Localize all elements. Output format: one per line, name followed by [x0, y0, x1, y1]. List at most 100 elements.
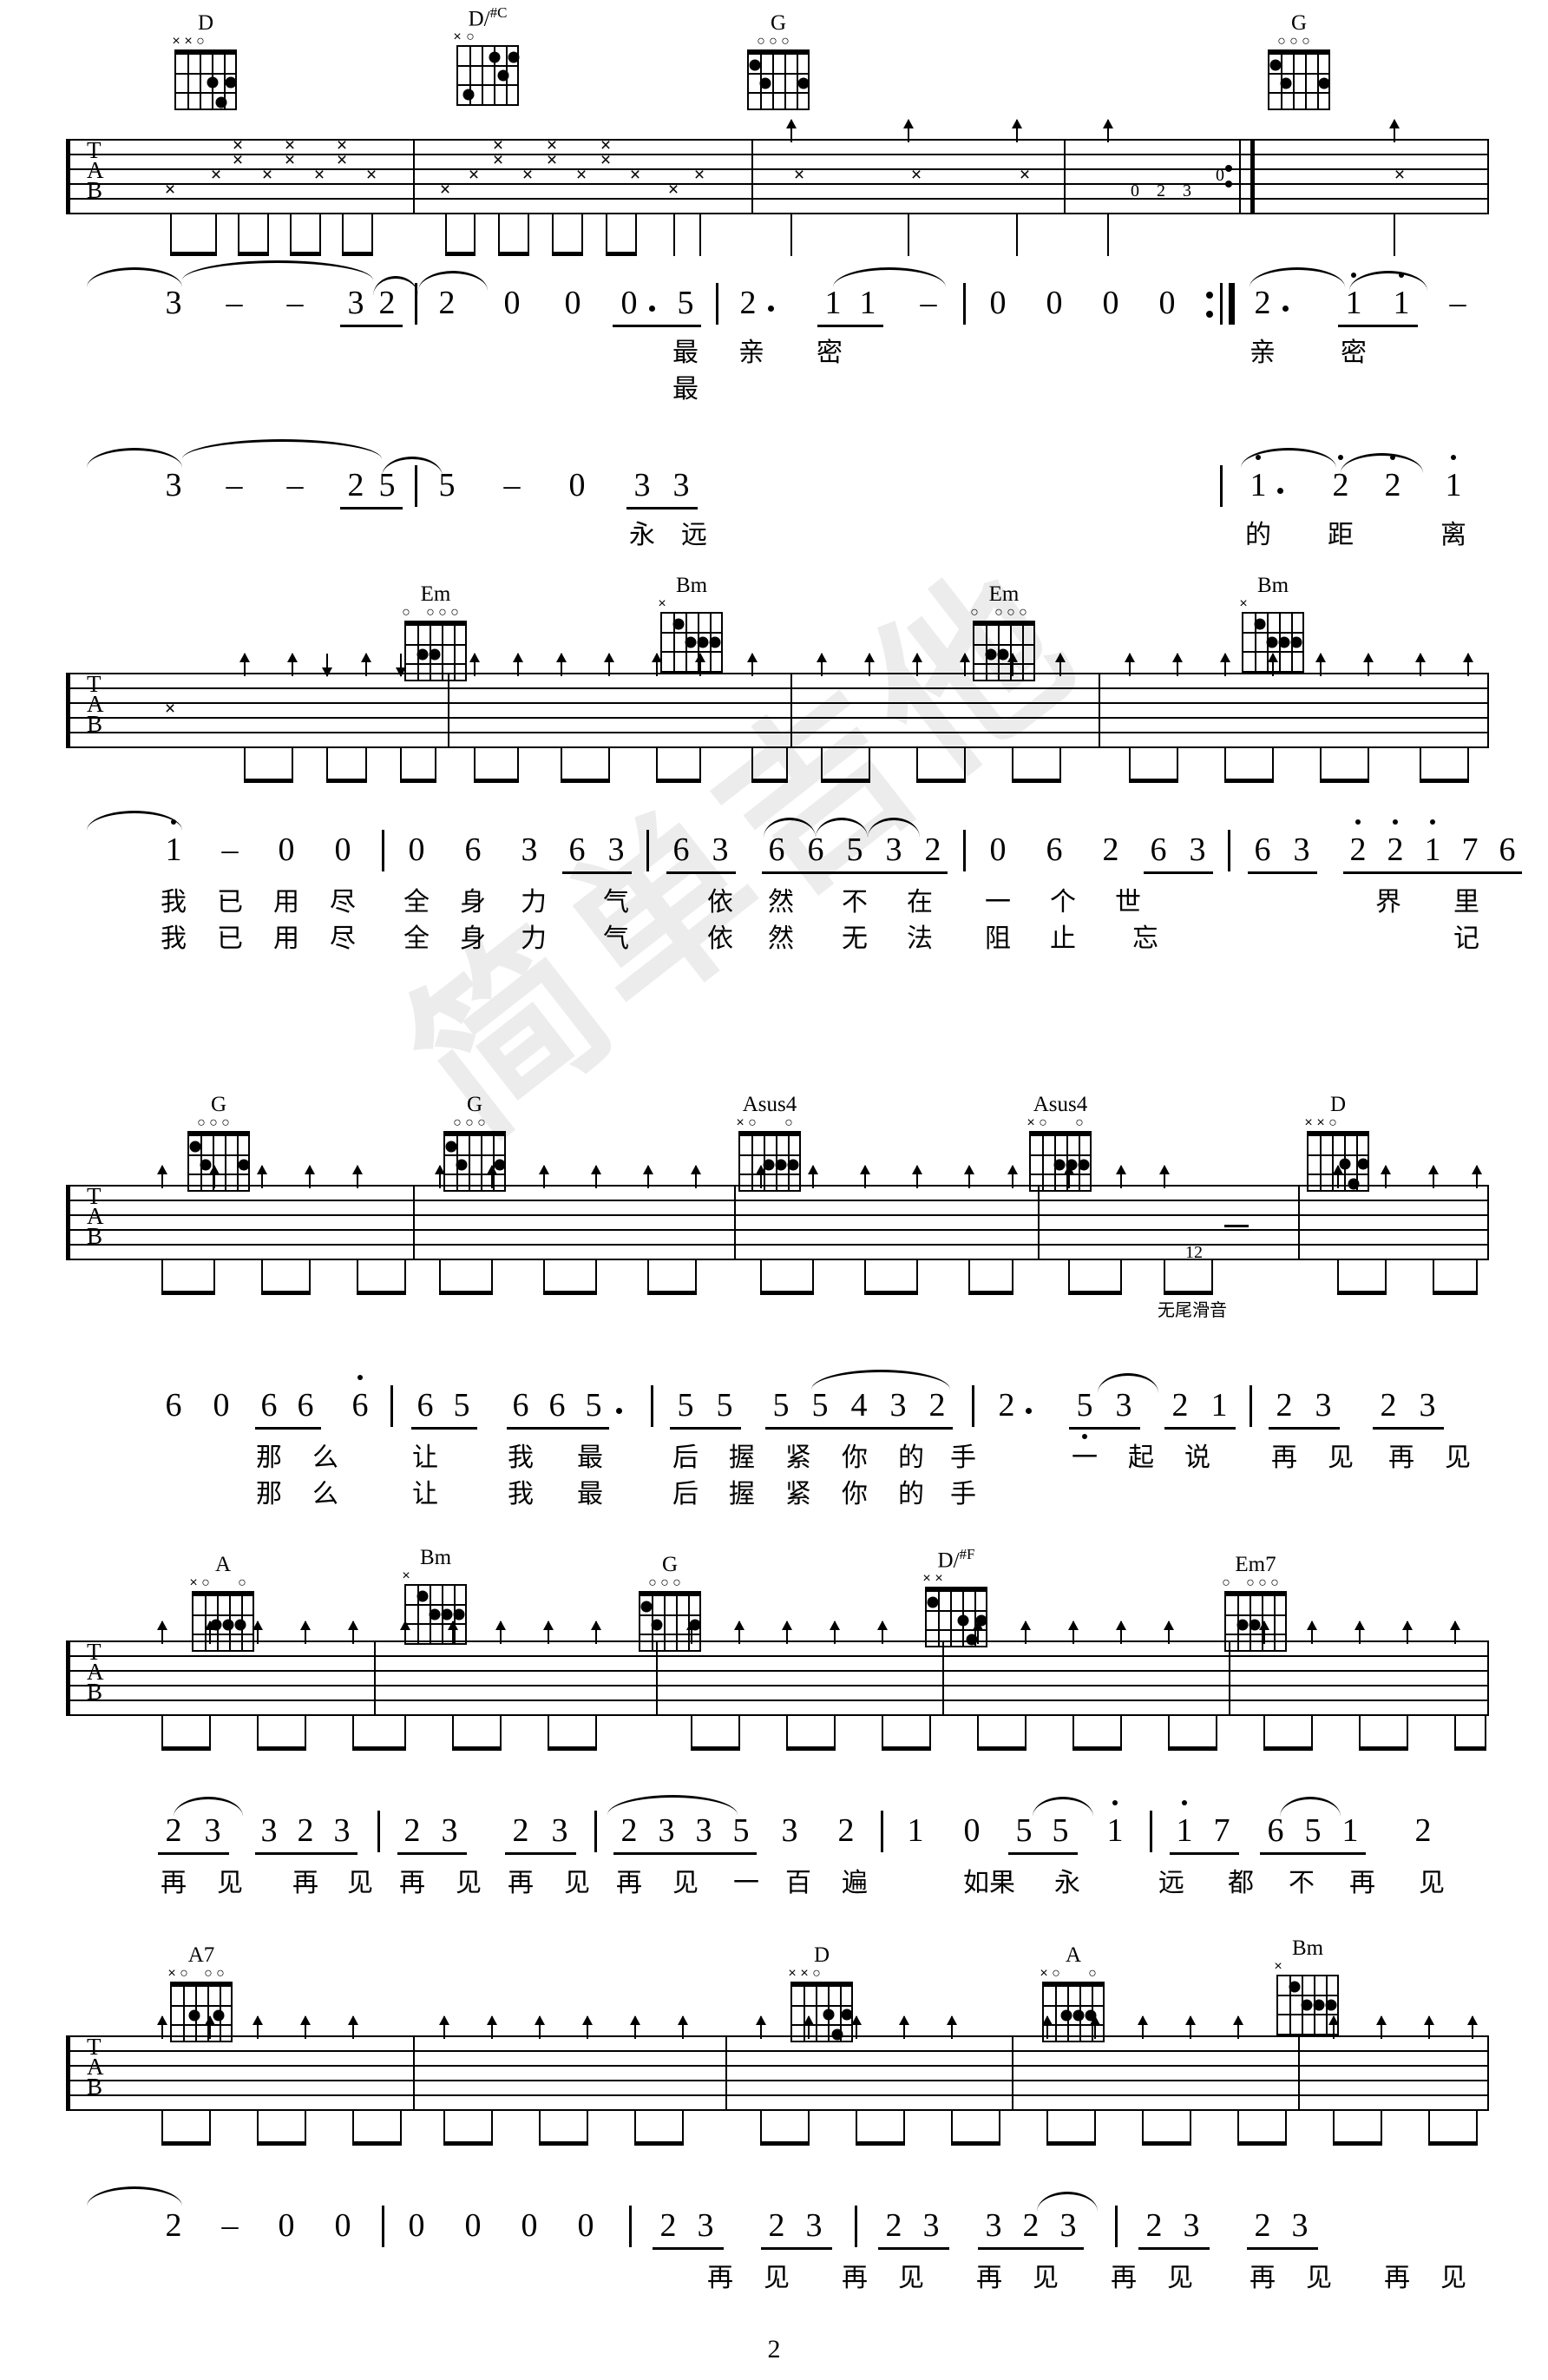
note: –	[920, 285, 937, 321]
chord-open-mute-marks: ×	[1274, 1959, 1282, 1974]
note: 6	[351, 1387, 369, 1423]
chord-open-mute-marks: × ○ ○	[1040, 1966, 1097, 1981]
note: 5	[716, 1387, 733, 1423]
chord-diagram-a-1: A × ○ ○	[187, 1554, 259, 1652]
note: –	[221, 2207, 239, 2244]
chord-open-mute-marks: ○ ○ ○ ○	[1222, 1575, 1279, 1590]
note: 2	[1387, 832, 1404, 868]
note: 1	[1345, 285, 1362, 321]
note: 0	[564, 285, 581, 321]
note: –	[503, 467, 521, 503]
note: 1	[1393, 285, 1410, 321]
chord-diagram-g-4: G ○ ○ ○	[438, 1094, 511, 1192]
chord-open-mute-marks: × ×	[922, 1571, 943, 1587]
note: 6	[807, 832, 824, 868]
chord-open-mute-marks: ○ ○ ○ ○	[402, 605, 459, 620]
note: 6	[165, 1387, 182, 1423]
tab-staff-2: TAB ×	[66, 653, 1489, 783]
note: 6	[1254, 832, 1271, 868]
chord-name: Bm	[675, 574, 708, 597]
fret-number-12: 12	[1185, 1243, 1203, 1262]
note: 3	[1293, 832, 1310, 868]
note: 2	[1380, 1387, 1397, 1423]
chord-grid	[192, 1591, 254, 1652]
note: 3	[658, 1812, 675, 1849]
note: 2	[297, 1812, 314, 1849]
tab-staff-5: TAB	[66, 2015, 1489, 2146]
chord-grid	[1029, 1131, 1092, 1192]
note: 3	[165, 467, 182, 503]
chord-open-mute-marks: ○ ○ ○ ○	[970, 605, 1027, 620]
note: –	[226, 285, 243, 321]
chord-diagram-a-2: A × ○ ○	[1037, 1944, 1110, 2042]
chord-open-mute-marks: ×	[402, 1568, 410, 1583]
chord-root: D/	[937, 1548, 960, 1573]
note: 2	[924, 832, 941, 868]
chord-open-mute-marks: × × ○	[1304, 1115, 1337, 1130]
note: 1	[1210, 1387, 1228, 1423]
chord-grid	[925, 1587, 987, 1648]
note: 2	[1145, 2207, 1163, 2244]
tab-staff-3: TAB 12 无尾滑音	[66, 1165, 1489, 1320]
note: 6	[417, 1387, 434, 1423]
note: 3	[1419, 1387, 1436, 1423]
chord-grid	[973, 621, 1035, 681]
chord-diagram-bm-3: Bm ×	[399, 1547, 472, 1645]
note: 2	[1102, 832, 1119, 868]
chord-grid	[1268, 49, 1330, 110]
note: 0	[620, 285, 638, 321]
note: 3	[889, 1387, 907, 1423]
chord-open-mute-marks: ○ ○ ○	[648, 1575, 681, 1590]
note: 0	[278, 2207, 295, 2244]
chord-open-mute-marks: × × ○	[172, 34, 205, 49]
note: 0	[1046, 285, 1063, 321]
note: 3	[633, 467, 651, 503]
numeric-notation-5: 2 – 0 0 0 0 0 0 2 3 2 3 2 3 3 2 3 2 3 2 …	[0, 2186, 1548, 2313]
chord-diagram-bm-2: Bm ×	[1236, 575, 1309, 673]
chord-grid	[187, 1131, 250, 1192]
chord-name: Bm	[1256, 574, 1289, 597]
note: 0	[408, 2207, 425, 2244]
tab-clef-letters: TAB	[87, 1639, 104, 1705]
chord-diagram-bm-1: Bm ×	[655, 575, 728, 673]
page-number: 2	[767, 2335, 781, 2364]
note: 1	[1106, 1812, 1124, 1849]
note: 2	[1276, 1387, 1293, 1423]
note: 5	[732, 1812, 750, 1849]
note: 6	[568, 832, 586, 868]
tab-clef-letters: TAB	[87, 2034, 104, 2100]
chord-name: D	[197, 11, 214, 35]
chord-open-mute-marks: ○ ○ ○	[453, 1115, 486, 1130]
note: 5	[1015, 1812, 1033, 1849]
note: 3	[781, 1812, 798, 1849]
chord-grid	[639, 1591, 701, 1652]
chord-open-mute-marks: × ○ ○ ○	[167, 1966, 225, 1981]
note: 3	[805, 2207, 823, 2244]
chord-name: Bm	[1291, 1936, 1324, 1960]
note: 0	[521, 2207, 538, 2244]
note: 5	[378, 467, 396, 503]
chord-diagram-g-2: G ○ ○ ○	[1263, 12, 1335, 110]
note: 5	[677, 1387, 694, 1423]
note: 2	[378, 285, 396, 321]
chord-open-mute-marks: × ○	[453, 30, 475, 45]
sheet-music-page: 简单吉他 D × × ○ D/#C × ○ G ○ ○ ○ G ○ ○ ○ T …	[0, 0, 1548, 2380]
fret-number: 0	[1216, 166, 1224, 185]
note: 0	[1102, 285, 1119, 321]
note: 3	[1315, 1387, 1332, 1423]
tab-clef-letters: TAB	[87, 137, 104, 203]
note: 5	[811, 1387, 829, 1423]
note: 0	[1158, 285, 1176, 321]
note: –	[226, 467, 243, 503]
note: 3	[695, 1812, 712, 1849]
note: 5	[1304, 1812, 1322, 1849]
chord-grid	[1224, 1591, 1287, 1652]
note: 3	[1115, 1387, 1132, 1423]
tab-clef-letters: TAB	[87, 1183, 104, 1249]
chord-name: Bm	[419, 1546, 452, 1569]
note: 3	[165, 285, 182, 321]
note: 3	[204, 1812, 221, 1849]
numeric-notation-2: 1 – 0 0 0 6 3 6 3 6 3 6 6 5 3 2 0 6 2 6 …	[0, 811, 1548, 937]
note: 3	[607, 832, 625, 868]
note: 3	[521, 832, 538, 868]
